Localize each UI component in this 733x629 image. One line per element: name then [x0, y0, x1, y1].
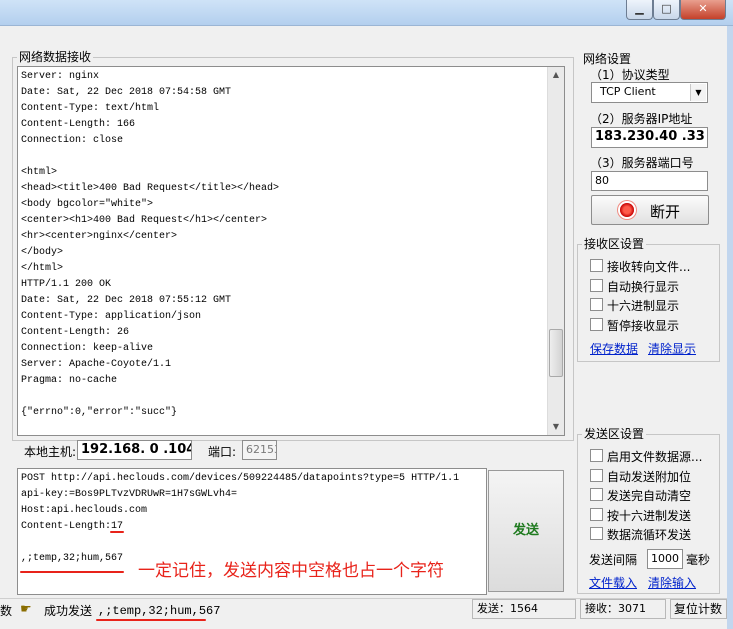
reset-count-button[interactable]: 复位计数 [670, 599, 727, 619]
text-line: Server: nginx [21, 71, 100, 82]
text-line: Date: Sat, 22 Dec 2018 07:54:58 GMT [21, 87, 232, 98]
protocol-label: （1）协议类型 [590, 68, 670, 82]
disconnect-button[interactable]: 断开 [591, 195, 709, 225]
text-line: <body bgcolor="white"> [21, 199, 154, 210]
minimize-button[interactable]: ▁ [626, 0, 653, 20]
scroll-up-icon[interactable]: ▲ [548, 67, 564, 83]
send-option-checkbox[interactable] [590, 507, 603, 521]
text-line: <center><h1>400 Bad Request</h1></center… [21, 215, 268, 226]
text-line: <hr><center>nginx</center> [21, 231, 178, 242]
close-button[interactable]: ✕ [680, 0, 726, 20]
local-port-field: 62153 [242, 440, 277, 460]
text-line [21, 535, 459, 551]
send-option-label: 发送完自动清空 [607, 489, 692, 503]
server-ip-label: （2）服务器IP地址 [590, 112, 693, 126]
text-line: Content-Length: 26 [21, 327, 130, 338]
chevron-down-icon: ▼ [690, 84, 706, 101]
send-option-checkbox[interactable] [590, 468, 603, 482]
send-content: POST http://api.heclouds.com/devices/509… [21, 471, 459, 567]
recv-scrollbar[interactable]: ▲ ▼ [547, 67, 564, 435]
text-line: {"errno":0,"error":"succ"} [21, 407, 178, 418]
recv-settings-label: 接收区设置 [582, 237, 647, 251]
protocol-value: TCP Client [600, 85, 656, 98]
text-line: <html> [21, 167, 58, 178]
send-option-checkbox[interactable] [590, 527, 603, 540]
recv-option-checkbox[interactable] [590, 259, 603, 272]
annotation-text: 一定记住，发送内容中空格也占一个字符 [138, 561, 444, 581]
scroll-down-icon[interactable]: ▼ [548, 419, 564, 435]
annotation-underline [96, 619, 206, 621]
disconnect-label: 断开 [650, 203, 681, 221]
recv-count: 接收：3071 [580, 599, 666, 619]
recv-option-label: 暂停接收显示 [607, 318, 680, 333]
left-edge-label: 数 [0, 604, 13, 618]
minimize-icon: ▁ [635, 2, 644, 15]
text-line: HTTP/1.1 200 OK [21, 279, 112, 290]
send-option-label: 按十六进制发送 [607, 508, 692, 523]
send-settings-label: 发送区设置 [582, 427, 647, 441]
text-line: Connection: close [21, 135, 124, 146]
connection-indicator-icon [620, 203, 634, 217]
net-settings-label: 网络设置 [583, 52, 632, 66]
server-port-field[interactable]: 80 [591, 171, 708, 191]
recv-content: Server: nginx Date: Sat, 22 Dec 2018 07:5… [21, 69, 279, 421]
status-message: 成功发送 [44, 604, 93, 618]
send-option-checkbox[interactable] [590, 449, 603, 462]
close-icon: ✕ [698, 2, 708, 15]
send-button[interactable]: 发送 [488, 470, 564, 592]
text-line: api-key:=Bos9PLTvzVDRUwR=1H7sGWLvh4= [21, 489, 238, 500]
hand-pointer-icon: ☛ [20, 602, 32, 617]
send-option-label: 启用文件数据源... [607, 450, 703, 464]
text-line: </body> [21, 247, 64, 258]
send-count: 发送：1564 [472, 599, 576, 619]
recv-option-label: 自动换行显示 [607, 279, 680, 294]
server-ip-field[interactable]: 183.230.40 .33 [591, 127, 708, 148]
local-ip-field[interactable]: 192.168. 0 .104 [77, 440, 192, 460]
text-line: Content-Length: 166 [21, 119, 136, 130]
send-option-checkbox[interactable] [590, 488, 603, 501]
text-line: Content-Type: application/json [21, 311, 202, 322]
text-line: Pragma: no-cache [21, 375, 118, 386]
recv-textarea[interactable]: Server: nginx Date: Sat, 22 Dec 2018 07:5… [17, 66, 565, 436]
text-line: Server: Apache-Coyote/1.1 [21, 359, 172, 370]
text-line: Content-Length:17 [21, 521, 124, 532]
text-line: Host:api.heclouds.com [21, 505, 148, 516]
text-line: </html> [21, 263, 64, 274]
clear-display-link[interactable]: 清除显示 [648, 340, 696, 357]
status-bar: 数 ☛ 成功发送 ,;temp,32;hum,567 发送：1564 接收：30… [0, 598, 727, 629]
local-host-label: 本地主机: [24, 445, 77, 459]
recv-option-checkbox[interactable] [590, 298, 603, 311]
protocol-select[interactable]: TCP Client ▼ [591, 82, 708, 103]
text-line: <head><title>400 Bad Request</title></he… [21, 183, 280, 194]
send-option-label: 自动发送附加位 [607, 469, 692, 484]
text-line: POST http://api.heclouds.com/devices/509… [21, 473, 460, 484]
recv-option-label: 十六进制显示 [607, 299, 680, 313]
text-line: Content-Type: text/html [21, 103, 160, 114]
status-sent-data: ,;temp,32;hum,567 [98, 604, 221, 618]
recv-option-label: 接收转向文件... [607, 260, 691, 274]
title-bar: ▁ □ ✕ [0, 0, 733, 26]
recv-option-checkbox[interactable] [590, 317, 603, 331]
annotation-underline [110, 531, 124, 533]
server-port-label: （3）服务器端口号 [590, 156, 694, 170]
save-data-link[interactable]: 保存数据 [590, 340, 638, 357]
annotation-underline [20, 571, 124, 573]
text-line: Date: Sat, 22 Dec 2018 07:55:12 GMT [21, 295, 232, 306]
maximize-icon: □ [661, 2, 672, 15]
recv-option-checkbox[interactable] [590, 278, 603, 292]
maximize-button[interactable]: □ [653, 0, 680, 20]
interval-unit: 毫秒 [686, 553, 711, 567]
file-load-link[interactable]: 文件载入 [589, 574, 637, 591]
scroll-thumb[interactable] [549, 329, 563, 377]
send-option-label: 数据流循环发送 [607, 528, 692, 542]
text-line: Connection: keep-alive [21, 343, 154, 354]
clear-input-link[interactable]: 清除输入 [648, 574, 696, 591]
port-label: 端口: [208, 445, 237, 459]
text-line [21, 149, 279, 165]
interval-field[interactable]: 1000 [647, 549, 683, 569]
interval-label: 发送间隔 [589, 553, 638, 567]
recv-group-label: 网络数据接收 [17, 50, 94, 64]
text-line [21, 389, 279, 405]
